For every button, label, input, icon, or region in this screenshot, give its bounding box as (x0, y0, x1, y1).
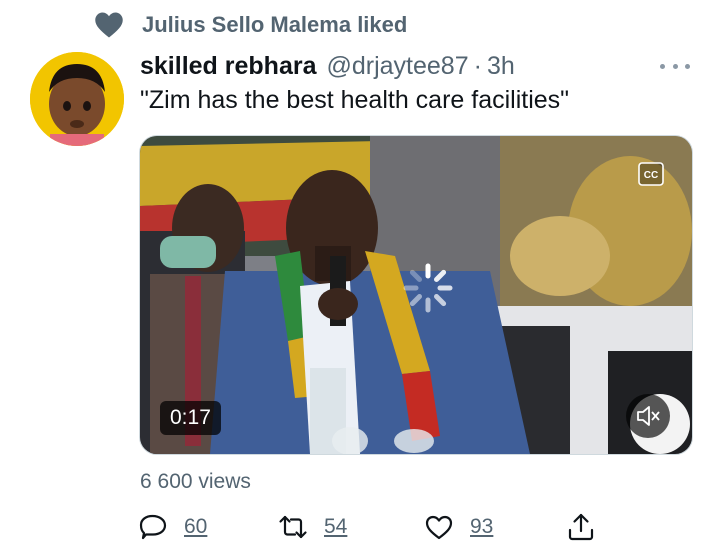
more-dot-icon (685, 63, 690, 69)
loading-spinner-icon (403, 263, 453, 313)
more-options-button[interactable] (660, 56, 690, 76)
display-name[interactable]: skilled rebhara (140, 52, 316, 81)
retweet-button[interactable]: 54 (278, 510, 347, 544)
like-button[interactable]: 93 (424, 510, 493, 544)
tweet-text: "Zim has the best health care facilities… (140, 86, 570, 114)
like-icon (425, 515, 453, 540)
heart-icon (95, 12, 123, 38)
like-count: 93 (470, 515, 494, 538)
retweet-count: 54 (324, 515, 348, 538)
social-context: Julius Sello Malema liked (94, 10, 407, 40)
video-duration-badge: 0:17 (160, 401, 221, 435)
timestamp[interactable]: 3h (487, 52, 515, 81)
separator-dot: · (473, 51, 482, 80)
mute-button[interactable] (626, 394, 670, 438)
liked-by-text[interactable]: Julius Sello Malema liked (142, 12, 407, 38)
tweet-actions: 60 54 93 (138, 510, 598, 544)
reply-count: 60 (184, 515, 208, 538)
user-handle[interactable]: @drjaytee87 (326, 52, 468, 81)
video-player[interactable]: CC 0:17 (139, 135, 693, 455)
view-count: 6 600 views (140, 470, 251, 493)
closed-captions-icon[interactable]: CC (638, 162, 664, 186)
speaker-muted-icon (637, 406, 660, 426)
avatar[interactable] (30, 52, 124, 146)
share-icon (568, 513, 594, 541)
retweet-icon (279, 515, 307, 539)
reply-icon (139, 514, 167, 540)
tweet-header: skilled rebhara @drjaytee87 · 3h (140, 48, 515, 84)
reply-button[interactable]: 60 (138, 510, 207, 544)
share-button[interactable] (566, 510, 596, 544)
more-dot-icon (672, 63, 678, 69)
more-dot-icon (660, 63, 665, 69)
svg-text:CC: CC (644, 170, 658, 181)
